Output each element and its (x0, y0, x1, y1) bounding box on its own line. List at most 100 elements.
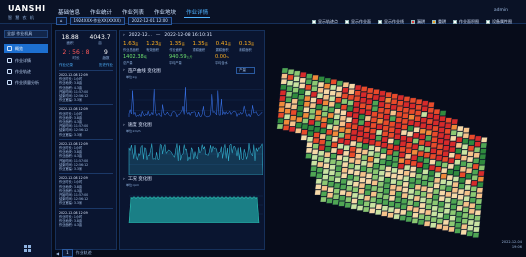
legend-track-points[interactable]: 显示轨迹点 (312, 19, 338, 25)
heatmap-cell (311, 149, 319, 155)
kpi-yield-item: 940.59公斤 平均产量 (169, 54, 193, 65)
heatmap-cell (415, 99, 423, 105)
heatmap-cell (378, 164, 386, 171)
device-select[interactable]: 1924XXX-作业XX(XXXX) (69, 17, 125, 25)
record-item[interactable]: 2022-12-08 12:09 作业时长: 1小时 作业地块: 3.8亩 作业面积:… (59, 70, 113, 102)
heatmap-cell (433, 109, 441, 115)
heatmap-cell (339, 184, 347, 190)
heatmap-cell (427, 102, 435, 108)
sidebar-item-quality[interactable]: 作业质量分析 (4, 78, 48, 87)
heatmap-cell (474, 215, 481, 221)
home-icon[interactable]: ⌂ (56, 17, 67, 25)
heatmap-cell (457, 188, 465, 195)
heatmap-cell (344, 128, 352, 134)
user-name[interactable]: admin (494, 8, 508, 13)
heatmap-cell (299, 72, 307, 78)
heatmap-cell (346, 105, 354, 112)
heatmap-cell (370, 117, 378, 123)
speed-chart (128, 142, 263, 175)
heatmap-cell (375, 198, 383, 204)
heatmap-cell (466, 225, 474, 231)
heatmap-cell (347, 168, 355, 175)
chevron-icon: › (123, 33, 125, 38)
heatmap-cell (292, 81, 300, 88)
condition-chart (128, 195, 263, 223)
heatmap-cell (370, 185, 378, 192)
heatmap-cell (334, 177, 341, 183)
heatmap-cell (436, 212, 444, 219)
legend-work-surface[interactable]: 显示作业面 (345, 19, 371, 25)
legend-device-map[interactable]: 设备属性图 (486, 19, 512, 25)
heatmap-cell (403, 96, 411, 102)
heatmap-cell (333, 182, 341, 189)
heatmap-cell (369, 134, 376, 140)
yield-metric-select[interactable]: 产量 (236, 67, 255, 74)
kpi-yield-item: 1402.38吨 总产量 (123, 54, 147, 65)
sidebar-item-detail[interactable]: 作业详情 (4, 56, 48, 65)
sidebar-selector[interactable]: 全部 作业机具 (4, 30, 48, 38)
heatmap-cell (314, 184, 322, 190)
legend-area-map[interactable]: 作业面积图 (453, 19, 479, 25)
heatmap-cell (412, 207, 420, 213)
page-indicator[interactable]: 1 (62, 249, 73, 257)
legend-work-lines[interactable]: 显示作业线 (378, 19, 404, 25)
heatmap-cell (443, 208, 451, 214)
sidebar-item-track[interactable]: 作业轨迹 (4, 67, 48, 76)
heatmap-cell (335, 86, 343, 92)
heatmap-cell (360, 160, 368, 166)
heatmap-cell (357, 119, 365, 126)
heatmap-cell (329, 159, 337, 165)
heatmap-cell (408, 114, 415, 120)
heatmap-cell (346, 180, 354, 186)
heatmap-cell (334, 171, 342, 177)
heatmap-cell (366, 93, 374, 99)
record-item[interactable]: 2022-12-08 12:09 作业时长: 1小时 作业地块: 3.8亩 作业面积:… (59, 173, 113, 205)
heatmap-cell (471, 175, 479, 181)
heatmap-cell (337, 143, 344, 149)
heatmap-cell (403, 164, 411, 171)
heatmap-cell (426, 113, 434, 119)
kpi-item: 1.23亩 有效面积 (146, 41, 162, 52)
heatmap-cell (449, 209, 457, 216)
heatmap-cell (406, 136, 413, 143)
heatmap-cell (463, 127, 470, 133)
chart-title-yield: › 亩产曲线 变化图 产量 (120, 66, 264, 75)
heatmap-cell (293, 76, 300, 82)
date-picker[interactable]: 2022-12-01 12:00 (127, 17, 172, 25)
heatmap-cell (330, 79, 338, 85)
heatmap-cell (353, 101, 360, 108)
heatmap-cell (357, 194, 365, 200)
heatmap-cell (368, 208, 376, 214)
record-line: 作业宽幅: 3.3米 (59, 201, 83, 206)
legend-overlap[interactable]: 重耕 (432, 19, 446, 25)
heatmap-cell (350, 203, 358, 210)
heatmap-cell (414, 190, 421, 196)
heatmap-cell (397, 169, 404, 175)
heatmap-cell (460, 229, 468, 235)
record-item[interactable]: 2022-12-08 12:09 作业时长: 1小时 作业地块: 3.8亩 作业面积:… (59, 207, 113, 228)
heatmap-cell (369, 197, 377, 203)
legend-missed[interactable]: 漏耕 (411, 19, 425, 25)
heatmap-cell (438, 121, 446, 128)
play-icon[interactable]: ◀ (56, 251, 59, 256)
heatmap-cell (390, 173, 398, 179)
heatmap-cell (454, 228, 462, 234)
field-heatmap[interactable] (268, 28, 524, 254)
record-item[interactable]: 2022-12-08 12:09 作业时长: 1小时 作业地块: 3.8亩 作业面积:… (59, 104, 113, 137)
heatmap-cell (375, 204, 383, 210)
apps-grid-icon[interactable] (24, 245, 31, 252)
heatmap-cell (322, 163, 330, 169)
heatmap-cell (396, 100, 404, 106)
heatmap-cell (340, 104, 348, 110)
heatmap-cell (461, 149, 468, 156)
sidebar-item-overview[interactable]: 概览 (4, 44, 48, 53)
heatmap-cell (376, 187, 384, 193)
heatmap-cell (352, 181, 360, 187)
metrics-panel: › 2022-12... — 2022-12-08 16:10:31 1.63亩… (119, 30, 265, 250)
heatmap-cell (371, 111, 378, 117)
heatmap-cell (363, 195, 371, 201)
heatmap-cell (437, 201, 445, 207)
heatmap-cell (378, 170, 386, 176)
nav-item-work-detail[interactable]: 作业详情 (184, 7, 211, 18)
record-item[interactable]: 2022-12-08 12:09 作业时长: 1小时 作业地块: 3.8亩 作业面积:… (59, 138, 113, 171)
